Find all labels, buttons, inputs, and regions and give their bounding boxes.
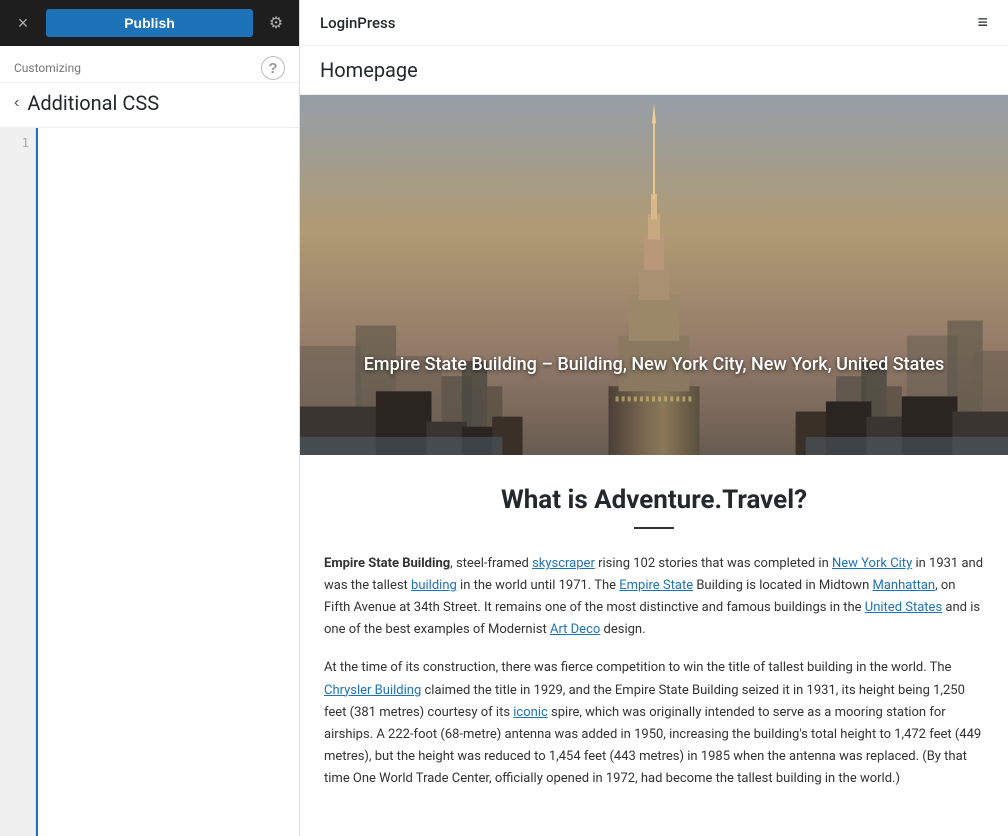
content-area: What is Adventure.Travel? Empire State B… (304, 455, 1004, 836)
hero-image: Empire State Building – Building, New Yo… (300, 95, 1008, 455)
section-title: Additional CSS (27, 91, 159, 115)
page-title-bar: Homepage (300, 46, 1008, 95)
customizing-label: Customizing (14, 61, 81, 75)
empire-state-link[interactable]: Empire State (619, 578, 693, 593)
preview-panel: LoginPress ≡ Homepage (300, 0, 1008, 836)
chrysler-link[interactable]: Chrysler Building (324, 683, 421, 698)
line-number-1: 1 (8, 136, 29, 150)
art-deco-link[interactable]: Art Deco (550, 622, 600, 637)
empire-state-bold: Empire State Building (324, 556, 450, 571)
content-divider (634, 527, 674, 529)
line-numbers: 1 (0, 128, 36, 836)
content-paragraph-2: At the time of its construction, there w… (324, 657, 984, 790)
manhattan-link[interactable]: Manhattan (872, 578, 935, 593)
top-bar: × Publish ⚙ (0, 0, 299, 46)
gear-button[interactable]: ⚙ (261, 8, 291, 38)
back-button[interactable]: ‹ (14, 94, 19, 112)
publish-button[interactable]: Publish (46, 9, 253, 37)
page-title: Homepage (320, 58, 988, 82)
city-silhouette (300, 95, 1008, 455)
close-icon: × (18, 13, 29, 34)
new-york-city-link[interactable]: New York City (832, 556, 912, 571)
back-icon: ‹ (14, 94, 19, 111)
building-link[interactable]: building (411, 578, 457, 593)
help-button[interactable]: ? (261, 56, 285, 80)
iconic-link[interactable]: iconic (513, 705, 548, 720)
hero-caption: Empire State Building – Building, New Yo… (300, 354, 1008, 375)
customizer-panel: × Publish ⚙ Customizing ? ‹ Additional C… (0, 0, 300, 836)
skyscraper-link[interactable]: skyscraper (532, 556, 595, 571)
css-textarea[interactable] (36, 128, 299, 836)
united-states-link[interactable]: United States (865, 600, 942, 615)
section-header: ‹ Additional CSS (0, 83, 299, 128)
preview-header: LoginPress ≡ (300, 0, 1008, 46)
close-button[interactable]: × (8, 8, 38, 38)
css-editor-area: 1 (0, 128, 299, 836)
content-paragraph-1: Empire State Building, steel-framed skys… (324, 553, 984, 641)
content-main-title: What is Adventure.Travel? (324, 485, 984, 515)
gear-icon: ⚙ (269, 13, 283, 33)
hamburger-icon: ≡ (977, 12, 988, 33)
customizing-bar: Customizing ? (0, 46, 299, 83)
hamburger-button[interactable]: ≡ (977, 12, 988, 33)
site-name: LoginPress (320, 14, 396, 32)
